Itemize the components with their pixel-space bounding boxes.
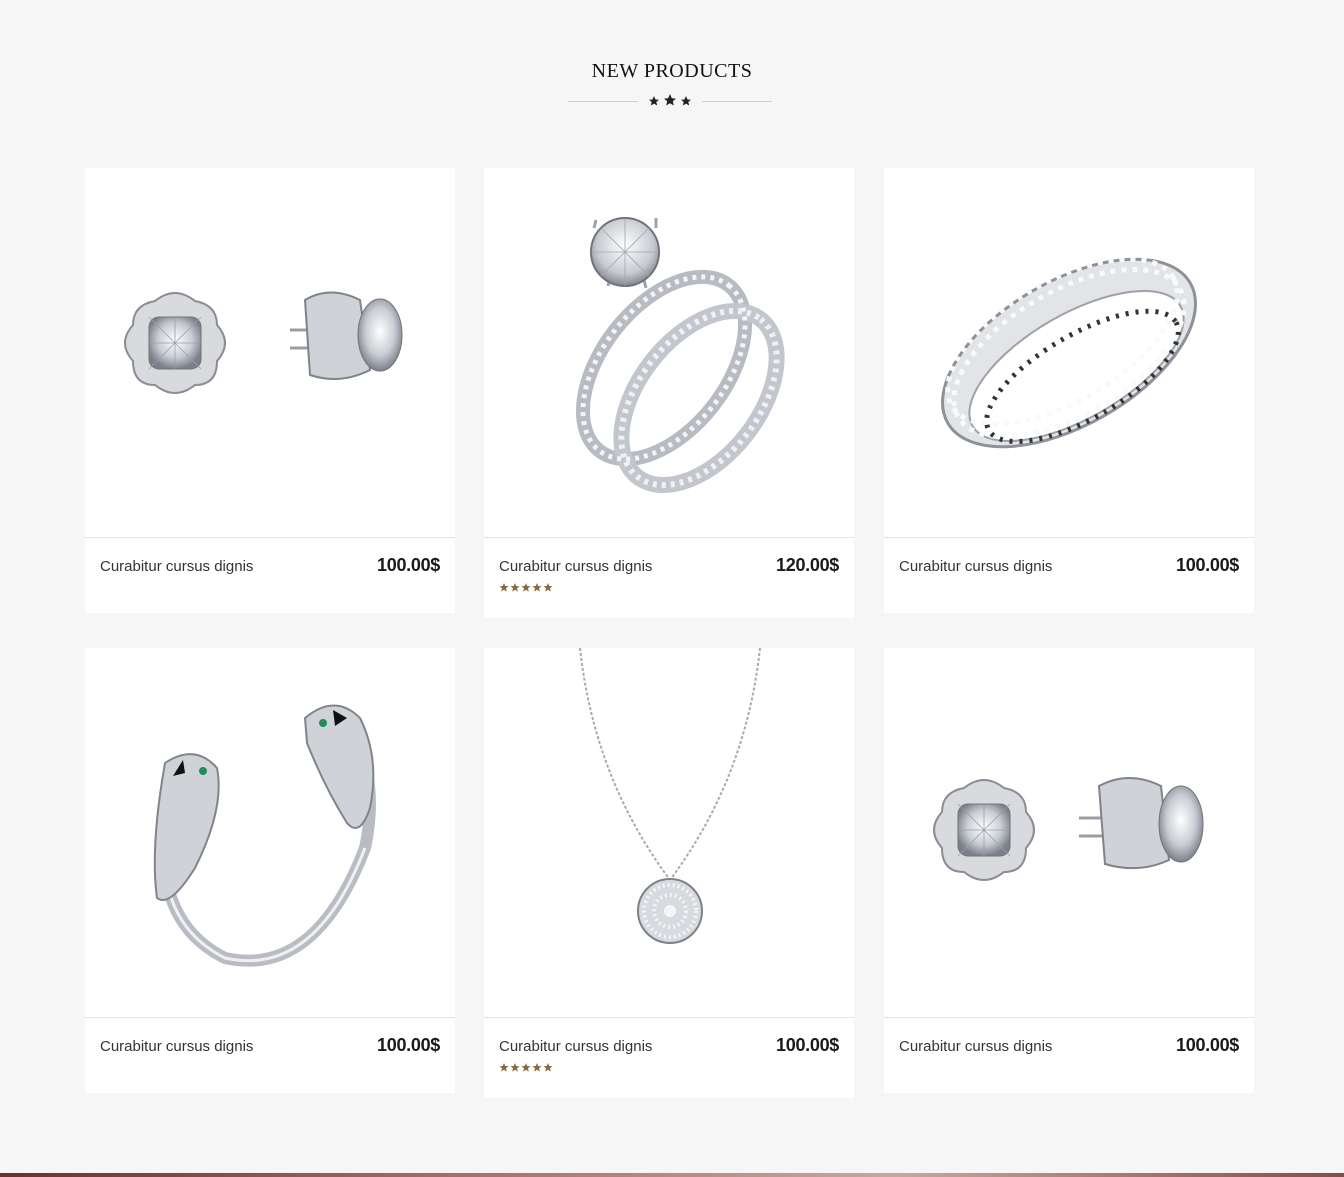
product-price: 100.00$ [377, 1035, 440, 1055]
product-card[interactable]: Curabitur cursus dignis 100.00$ [884, 648, 1254, 1093]
card-separator [85, 1017, 455, 1018]
product-name[interactable]: Curabitur cursus dignis [899, 558, 1052, 575]
product-card[interactable]: Curabitur cursus dignis 100.00$ [85, 648, 455, 1093]
footer-bar [0, 1173, 1344, 1177]
product-name[interactable]: Curabitur cursus dignis [499, 1038, 652, 1055]
card-separator [884, 537, 1254, 538]
stud-earrings-image[interactable] [85, 168, 455, 538]
product-name[interactable]: Curabitur cursus dignis [100, 558, 253, 575]
diamond-ring-set-image[interactable] [484, 168, 854, 538]
product-name[interactable]: Curabitur cursus dignis [899, 1038, 1052, 1055]
product-card[interactable]: Curabitur cursus dignis 120.00$ [484, 168, 854, 618]
card-separator [884, 1017, 1254, 1018]
product-card[interactable]: Curabitur cursus dignis 100.00$ [884, 168, 1254, 613]
eternity-band-image[interactable] [884, 168, 1254, 538]
rating-stars-icon [499, 583, 553, 592]
product-name[interactable]: Curabitur cursus dignis [100, 1038, 253, 1055]
product-card[interactable]: Curabitur cursus dignis 100.00$ [484, 648, 854, 1098]
product-name[interactable]: Curabitur cursus dignis [499, 558, 652, 575]
card-separator [484, 1017, 854, 1018]
product-price: 120.00$ [776, 555, 839, 575]
pave-disc-necklace-image[interactable] [484, 648, 854, 1018]
divider-line-right [702, 101, 772, 102]
divider-line-left [568, 101, 638, 102]
product-price: 100.00$ [776, 1035, 839, 1055]
rating-stars-icon [499, 1063, 553, 1072]
product-price: 100.00$ [377, 555, 440, 575]
stud-earrings-image[interactable] [884, 648, 1254, 1018]
title-divider [568, 92, 772, 110]
three-stars-icon [649, 94, 691, 106]
card-separator [484, 537, 854, 538]
card-separator [85, 537, 455, 538]
product-card[interactable]: Curabitur cursus dignis 100.00$ [85, 168, 455, 613]
product-price: 100.00$ [1176, 555, 1239, 575]
section-title: NEW PRODUCTS [591, 60, 753, 82]
product-price: 100.00$ [1176, 1035, 1239, 1055]
bird-cuff-bracelet-image[interactable] [85, 648, 455, 1018]
